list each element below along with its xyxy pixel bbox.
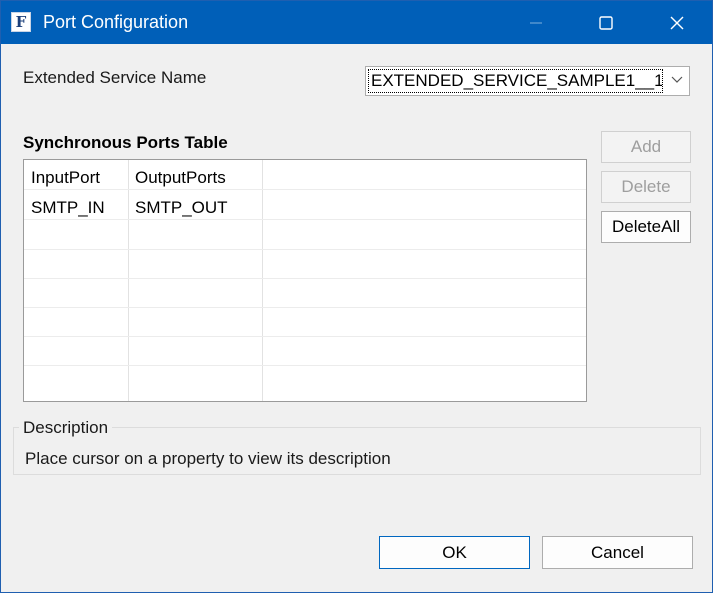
delete-all-button[interactable]: DeleteAll xyxy=(601,211,691,243)
maximize-button[interactable] xyxy=(583,1,629,44)
description-legend: Description xyxy=(19,418,113,438)
ports-table-title: Synchronous Ports Table xyxy=(23,133,228,152)
synchronous-ports-table[interactable]: InputPort OutputPorts SMTP_IN SMTP_OUT xyxy=(23,159,587,402)
chevron-down-icon[interactable] xyxy=(671,76,683,84)
app-logo-glyph: F xyxy=(15,12,27,31)
table-row[interactable]: SMTP_IN SMTP_OUT xyxy=(24,190,586,220)
maximize-icon xyxy=(599,15,613,30)
extended-service-name-combobox[interactable]: EXTENDED_SERVICE_SAMPLE1__1.0 xyxy=(365,66,690,96)
app-logo-icon: F xyxy=(11,12,31,32)
extended-service-name-label: Extended Service Name xyxy=(23,68,207,87)
column-header-input-port[interactable]: InputPort xyxy=(31,160,100,189)
table-row-empty[interactable] xyxy=(24,278,586,308)
table-row-empty[interactable] xyxy=(24,307,586,337)
table-row-empty[interactable] xyxy=(24,366,586,395)
description-text: Place cursor on a property to view its d… xyxy=(25,449,391,468)
cancel-button[interactable]: Cancel xyxy=(542,536,693,569)
close-icon xyxy=(670,16,684,29)
table-header-row: InputPort OutputPorts xyxy=(24,160,586,190)
title-bar[interactable]: F Port Configuration xyxy=(1,1,712,44)
column-header-output-ports[interactable]: OutputPorts xyxy=(135,160,226,189)
add-button[interactable]: Add xyxy=(601,131,691,163)
input-port-cell[interactable]: SMTP_IN xyxy=(31,190,105,219)
extended-service-name-value: EXTENDED_SERVICE_SAMPLE1__1.0 xyxy=(368,69,663,93)
ok-button[interactable]: OK xyxy=(379,536,530,569)
table-row-empty[interactable] xyxy=(24,336,586,366)
delete-button[interactable]: Delete xyxy=(601,171,691,203)
table-row-empty[interactable] xyxy=(24,249,586,279)
output-ports-cell[interactable]: SMTP_OUT xyxy=(135,190,228,219)
minimize-button[interactable] xyxy=(513,1,559,44)
port-configuration-window: F Port Configuration Extended Service Na… xyxy=(0,0,713,593)
window-title: Port Configuration xyxy=(43,12,189,32)
minimize-icon xyxy=(530,22,542,23)
close-button[interactable] xyxy=(654,1,700,44)
table-row-empty[interactable] xyxy=(24,220,586,250)
